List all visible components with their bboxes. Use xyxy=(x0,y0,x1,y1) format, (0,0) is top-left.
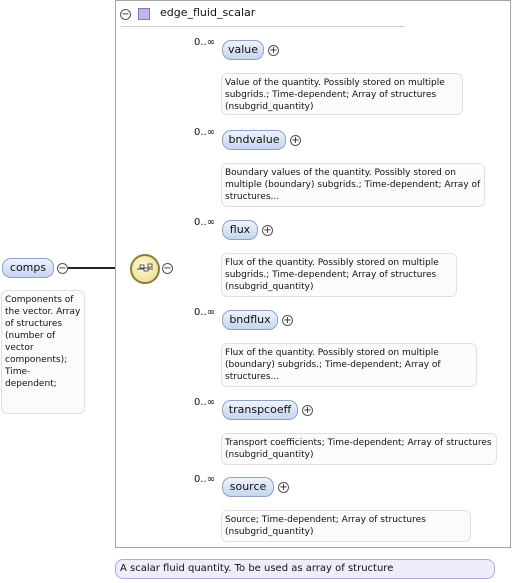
sequence-collapse-button[interactable]: − xyxy=(162,263,173,274)
child-description-source: Source; Time-dependent; Array of structu… xyxy=(221,510,471,542)
child-multiplicity-value: 0..∞ xyxy=(194,37,216,48)
child-element-label: bndflux xyxy=(229,313,271,326)
sequence-glyph xyxy=(137,263,153,272)
child-element-label: value xyxy=(227,43,259,56)
root-element-label: comps xyxy=(9,261,47,274)
child-element-transpcoeff[interactable]: transpcoeff xyxy=(222,400,298,420)
child-expand-button-flux[interactable]: + xyxy=(262,225,273,236)
type-description: A scalar fluid quantity. To be used as a… xyxy=(115,559,495,579)
child-description-bndvalue: Boundary values of the quantity. Possibl… xyxy=(221,163,485,207)
child-multiplicity-bndvalue: 0..∞ xyxy=(194,127,216,138)
child-description-transpcoeff: Transport coefficients; Time-dependent; … xyxy=(221,433,497,465)
child-element-bndvalue[interactable]: bndvalue xyxy=(222,130,286,150)
child-expand-button-bndvalue[interactable]: + xyxy=(290,135,301,146)
child-element-bndflux[interactable]: bndflux xyxy=(222,310,278,330)
child-multiplicity-bndflux: 0..∞ xyxy=(194,307,216,318)
child-description-flux: Flux of the quantity. Possibly stored on… xyxy=(221,253,457,297)
child-element-label: flux xyxy=(229,223,251,236)
type-name: edge_fluid_scalar xyxy=(160,6,256,19)
child-multiplicity-flux: 0..∞ xyxy=(194,217,216,228)
child-description-bndflux: Flux of the quantity. Possibly stored on… xyxy=(221,343,477,387)
root-description: Components of the vector. Array of struc… xyxy=(1,290,85,414)
child-element-label: source xyxy=(229,480,267,493)
type-collapse-button[interactable]: − xyxy=(120,9,131,20)
child-description-value: Value of the quantity. Possibly stored o… xyxy=(221,73,463,115)
root-element-comps[interactable]: comps xyxy=(2,258,54,278)
child-expand-button-bndflux[interactable]: + xyxy=(282,315,293,326)
child-element-source[interactable]: source xyxy=(222,477,274,497)
child-multiplicity-source: 0..∞ xyxy=(194,474,216,485)
child-element-value[interactable]: value xyxy=(222,40,264,60)
child-expand-button-transpcoeff[interactable]: + xyxy=(302,405,313,416)
child-element-flux[interactable]: flux xyxy=(222,220,258,240)
sequence-compositor-icon[interactable] xyxy=(130,254,160,284)
root-collapse-button[interactable]: − xyxy=(57,263,68,274)
complex-type-icon xyxy=(138,8,150,20)
child-element-label: transpcoeff xyxy=(228,403,292,416)
child-element-label: bndvalue xyxy=(228,133,280,146)
child-multiplicity-transpcoeff: 0..∞ xyxy=(194,397,216,408)
child-expand-button-source[interactable]: + xyxy=(278,482,289,493)
header-divider xyxy=(121,26,405,27)
child-expand-button-value[interactable]: + xyxy=(268,45,279,56)
